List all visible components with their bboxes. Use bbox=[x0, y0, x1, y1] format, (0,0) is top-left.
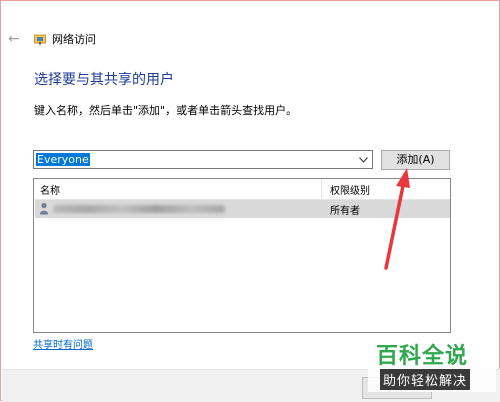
user-name-combobox[interactable]: Everyone bbox=[33, 150, 373, 169]
shared-users-list[interactable]: 名称 权限级别 所有者 bbox=[33, 178, 451, 333]
user-icon bbox=[39, 202, 49, 215]
user-name-redacted bbox=[53, 205, 225, 213]
list-header: 名称 权限级别 bbox=[34, 179, 450, 200]
dialog-instruction: 键入名称，然后单击"添加"，或者单击箭头查找用户。 bbox=[34, 104, 298, 117]
chevron-down-icon[interactable] bbox=[356, 151, 370, 168]
add-button[interactable]: 添加(A) bbox=[381, 150, 450, 170]
column-header-name[interactable]: 名称 bbox=[40, 182, 60, 197]
watermark-logo: 百科全说 助你轻松解决 bbox=[368, 338, 496, 392]
network-folder-icon bbox=[34, 34, 46, 45]
watermark-title: 百科全说 bbox=[376, 344, 469, 369]
permission-level[interactable]: 所有者 bbox=[330, 202, 360, 217]
column-divider[interactable] bbox=[321, 179, 322, 199]
dialog-heading: 选择要与其共享的用户 bbox=[34, 72, 174, 88]
back-arrow-icon[interactable]: ← bbox=[8, 31, 20, 47]
sharing-help-link[interactable]: 共享时有问题 bbox=[33, 336, 93, 351]
table-row[interactable]: 所有者 bbox=[35, 200, 450, 218]
column-header-permission[interactable]: 权限级别 bbox=[330, 182, 370, 197]
user-name-input-value[interactable]: Everyone bbox=[36, 153, 90, 166]
title-bar: ← 网络访问 bbox=[1, 29, 499, 51]
watermark-subtitle: 助你轻松解决 bbox=[380, 369, 471, 390]
window-title: 网络访问 bbox=[52, 33, 96, 46]
